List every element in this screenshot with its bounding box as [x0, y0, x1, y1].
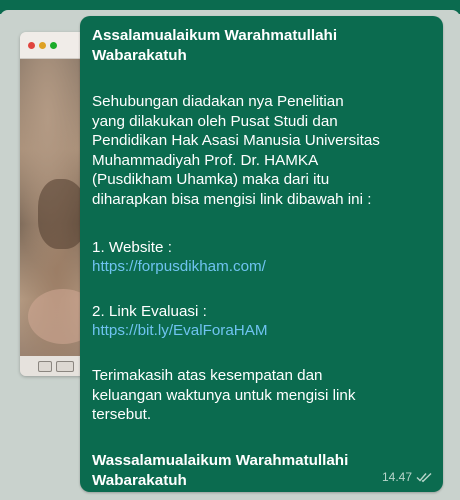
website-label: 1. Website :	[92, 239, 172, 256]
grid-icon	[38, 361, 52, 372]
evaluation-link[interactable]: https://bit.ly/EvalForaHAM	[92, 321, 432, 341]
previous-message-bubble	[0, 0, 460, 18]
thanks-text: Terimakasih atas kesempatan dan keluanga…	[92, 367, 356, 423]
minimize-dot-icon	[39, 42, 46, 49]
maximize-dot-icon	[50, 42, 57, 49]
close-dot-icon	[28, 42, 35, 49]
body-text: Sehubungan diadakan nya Penelitian yang …	[92, 93, 380, 208]
website-link[interactable]: https://forpusdikham.com/	[92, 257, 432, 277]
double-check-icon	[416, 471, 433, 483]
evaluation-label: 2. Link Evaluasi :	[92, 303, 207, 320]
greeting-text: Assalamualaikum Warahmatullahi Wabarakat…	[92, 27, 338, 64]
message-meta: 14.47	[382, 470, 433, 484]
message-time: 14.47	[381, 470, 412, 484]
message-bubble[interactable]: Assalamualaikum Warahmatullahi Wabarakat…	[80, 16, 443, 492]
slideshow-icon	[56, 361, 74, 372]
